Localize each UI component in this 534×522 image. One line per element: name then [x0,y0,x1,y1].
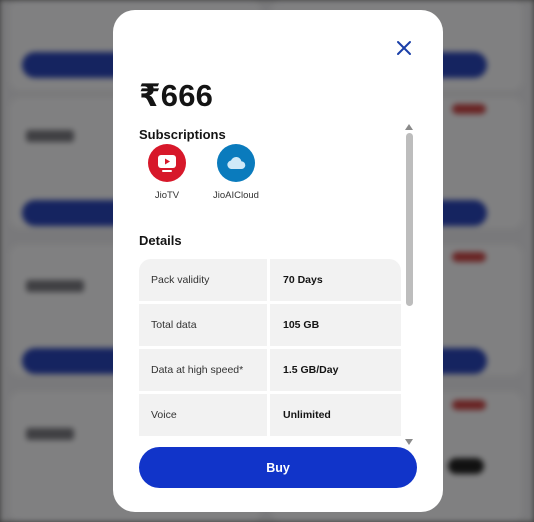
details-heading: Details [139,233,182,248]
scroll-up-arrow-icon[interactable] [404,119,414,130]
scroll-down-arrow-icon[interactable] [404,434,414,445]
close-button[interactable] [392,36,416,60]
table-row: Data at high speed* 1.5 GB/Day [139,349,401,394]
subscription-label: JioAICloud [213,190,259,201]
table-row: Total data 105 GB [139,304,401,349]
close-icon [397,41,411,55]
detail-label: Pack validity [139,259,270,304]
buy-button[interactable]: Buy [139,447,417,488]
detail-value: 1.5 GB/Day [270,349,401,394]
subscriptions-heading: Subscriptions [139,127,226,142]
plan-price: ₹666 [139,78,214,113]
table-row: Pack validity 70 Days [139,259,401,304]
detail-label: Data at high speed* [139,349,270,394]
detail-value: Unlimited [270,394,401,439]
subscription-label: JioTV [154,190,180,201]
cloud-icon [217,144,255,182]
detail-label: Voice [139,394,270,439]
subscription-jioaicloud: JioAICloud [202,144,270,201]
scrollbar-thumb[interactable] [406,133,413,306]
table-row: Voice Unlimited [139,394,401,439]
jiotv-icon [148,144,186,182]
details-table[interactable]: Pack validity 70 Days Total data 105 GB … [139,259,401,439]
detail-value: 70 Days [270,259,401,304]
detail-value: 105 GB [270,304,401,349]
detail-label: Total data [139,304,270,349]
plan-details-modal: ₹666 Subscriptions JioTV JioAICloud Deta… [113,10,443,512]
subscription-jiotv: JioTV [133,144,201,201]
